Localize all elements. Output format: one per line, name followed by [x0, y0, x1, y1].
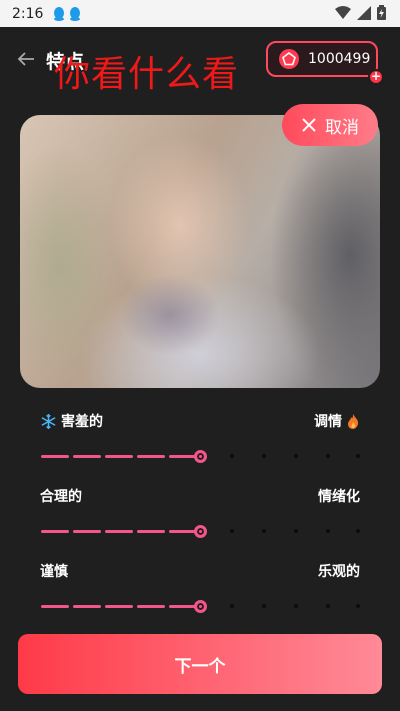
profile-photo — [20, 115, 380, 388]
coin-count: 1000499 — [308, 51, 371, 67]
signal-icon — [357, 5, 371, 20]
cancel-button[interactable]: 取消 — [282, 104, 378, 146]
trait-slider-rational-emotional[interactable]: 合理的 情绪化 — [40, 485, 360, 555]
slider-filled-segment — [41, 605, 69, 608]
slider-right-label: 乐观的 — [318, 564, 360, 580]
slider-filled-segment — [73, 455, 101, 458]
slider-left-label: 害羞的 — [61, 414, 103, 430]
page-title: 特点 — [46, 51, 85, 73]
slider-tick-dot — [356, 604, 360, 608]
slider-filled-segment — [105, 605, 133, 608]
slider-tick-dot — [262, 529, 266, 533]
slider-tick-dot — [326, 454, 330, 458]
slider-filled-segment — [41, 455, 69, 458]
cancel-label: 取消 — [325, 117, 359, 138]
header: 特点 你看什么看 1000499 + — [0, 27, 400, 95]
back-arrow-icon[interactable] — [14, 47, 38, 71]
slider-tick-dot — [294, 529, 298, 533]
slider-tick-dot — [230, 529, 234, 533]
slider-filled-segment — [73, 605, 101, 608]
slider-track[interactable] — [40, 600, 360, 613]
slider-filled-segment — [137, 530, 165, 533]
slider-tick-dot — [262, 604, 266, 608]
add-coins-icon[interactable]: + — [368, 69, 384, 85]
slider-tick-dot — [326, 604, 330, 608]
slider-filled-segment — [169, 455, 197, 458]
status-bar: 2:16 — [0, 0, 400, 27]
snowflake-icon — [41, 413, 56, 429]
trait-slider-shy-flirty[interactable]: 害羞的 调情 — [40, 410, 360, 480]
slider-tick-dot — [294, 604, 298, 608]
slider-filled-segment — [105, 530, 133, 533]
slider-track[interactable] — [40, 450, 360, 463]
slider-right-label: 调情 — [314, 414, 342, 430]
slider-tick-dot — [230, 454, 234, 458]
slider-filled-segment — [73, 530, 101, 533]
wifi-icon — [335, 5, 351, 19]
slider-thumb[interactable] — [193, 600, 207, 613]
slider-left-label: 合理的 — [40, 489, 82, 505]
slider-tick-dot — [356, 529, 360, 533]
slider-tick-dot — [356, 454, 360, 458]
qq-notification-icon — [54, 6, 65, 21]
gem-icon — [279, 49, 299, 69]
trait-slider-cautious-optimistic[interactable]: 谨慎 乐观的 — [40, 560, 360, 630]
slider-filled-segment — [41, 530, 69, 533]
slider-filled-segment — [169, 530, 197, 533]
status-time: 2:16 — [12, 5, 44, 22]
slider-filled-segment — [137, 605, 165, 608]
photo-blur-overlay — [20, 115, 380, 388]
slider-filled-segment — [169, 605, 197, 608]
slider-filled-segment — [137, 455, 165, 458]
slider-tick-dot — [294, 454, 298, 458]
flame-icon — [348, 413, 359, 429]
next-button[interactable]: 下一个 — [18, 634, 382, 694]
slider-right-label: 情绪化 — [318, 489, 360, 505]
slider-tick-dot — [230, 604, 234, 608]
next-button-label: 下一个 — [174, 656, 226, 677]
slider-tick-dot — [326, 529, 330, 533]
close-icon — [302, 118, 316, 132]
slider-track[interactable] — [40, 525, 360, 538]
qq-notification-icon — [70, 6, 81, 21]
coin-balance-badge[interactable]: 1000499 + — [266, 41, 384, 85]
slider-tick-dot — [262, 454, 266, 458]
slider-thumb[interactable] — [193, 525, 207, 538]
slider-left-label: 谨慎 — [40, 564, 68, 580]
slider-thumb[interactable] — [193, 450, 207, 463]
battery-icon — [377, 5, 386, 20]
slider-filled-segment — [105, 455, 133, 458]
